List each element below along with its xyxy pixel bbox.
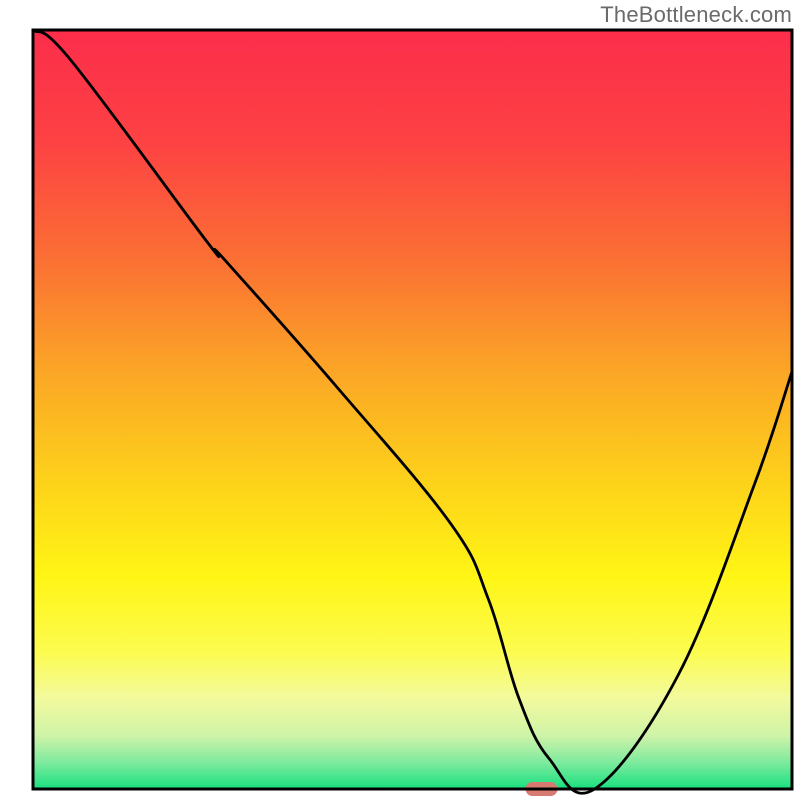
chart-frame: TheBottleneck.com: [0, 0, 800, 800]
bottleneck-chart: [0, 0, 800, 800]
watermark-text: TheBottleneck.com: [600, 2, 792, 28]
